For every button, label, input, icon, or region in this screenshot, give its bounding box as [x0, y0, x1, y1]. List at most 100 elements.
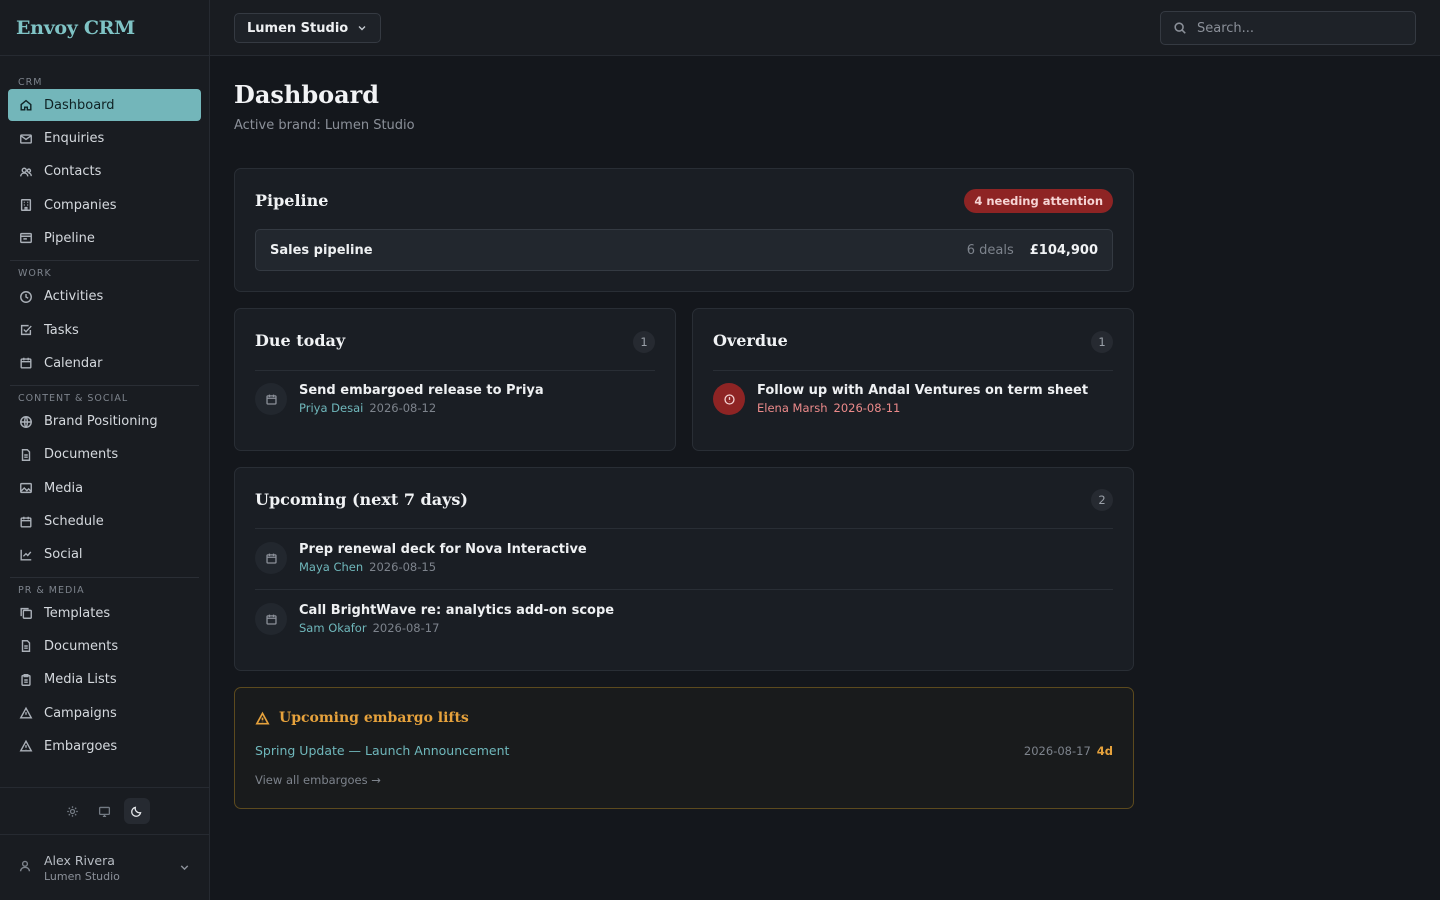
sidebar-item-campaigns[interactable]: Campaigns [8, 697, 201, 729]
sidebar-item-companies[interactable]: Companies [8, 189, 201, 221]
sidebar-item-brand-positioning[interactable]: Brand Positioning [8, 406, 201, 438]
clock-icon [18, 289, 34, 305]
sidebar-item-label: Companies [44, 197, 117, 213]
sidebar-item-pipeline[interactable]: Pipeline [8, 222, 201, 254]
user-icon [18, 859, 32, 877]
sidebar-item-label: Calendar [44, 355, 103, 371]
building-icon [18, 197, 34, 213]
pipeline-deal-count: 6 deals [966, 242, 1014, 258]
sidebar-item-label: Documents [44, 638, 119, 654]
search-input[interactable] [1197, 20, 1397, 36]
sidebar-item-media-lists[interactable]: Media Lists [8, 664, 201, 696]
pipeline-name: Sales pipeline [270, 242, 373, 258]
warning-icon [18, 738, 34, 754]
sidebar-item-media[interactable]: Media [8, 472, 201, 504]
globe-icon [18, 414, 34, 430]
sidebar-item-label: Social [44, 547, 83, 563]
overdue-card: Overdue 1 Follow up with Andal Ventures … [692, 308, 1134, 451]
task-owner[interactable]: Elena Marsh [757, 401, 828, 415]
search-box[interactable] [1160, 11, 1416, 45]
task-owner[interactable]: Sam Okafor [299, 621, 367, 635]
list-item[interactable]: Follow up with Andal Ventures on term sh… [713, 375, 1113, 423]
section-label-content: CONTENT & SOCIAL [18, 393, 129, 405]
task-text: Send embargoed release to Priya Priya De… [299, 383, 544, 415]
sidebar-item-label: Media Lists [44, 672, 117, 688]
task-owner[interactable]: Maya Chen [299, 560, 363, 574]
user-info: Alex Rivera Lumen Studio [44, 853, 120, 883]
upcoming-count: 2 [1091, 489, 1113, 511]
list-item[interactable]: Send embargoed release to Priya Priya De… [255, 375, 655, 423]
clipboard-icon [18, 672, 34, 688]
sidebar-item-label: Media [44, 480, 84, 496]
task-text: Follow up with Andal Ventures on term sh… [757, 383, 1088, 415]
task-meta: Sam Okafor 2026-08-17 [299, 621, 614, 635]
sidebar-item-dashboard[interactable]: Dashboard [8, 89, 201, 122]
sidebar-item-schedule[interactable]: Schedule [8, 506, 201, 538]
sun-icon [67, 805, 78, 817]
page-title: Dashboard [234, 80, 380, 109]
task-date: 2026-08-15 [369, 560, 437, 574]
sidebar-item-activities[interactable]: Activities [8, 281, 201, 313]
copy-icon [18, 605, 34, 621]
checkbox-icon [18, 322, 34, 338]
kanban-icon [18, 230, 34, 246]
image-icon [18, 480, 34, 496]
sidebar-item-label: Dashboard [44, 97, 115, 113]
divider [713, 370, 1113, 371]
theme-switcher [0, 787, 209, 835]
sidebar-item-label: Templates [44, 605, 111, 621]
sidebar-item-calendar[interactable]: Calendar [8, 347, 201, 379]
calendar-icon [18, 355, 34, 371]
embargo-item-meta: 2026-08-17 4d [1024, 744, 1113, 758]
overdue-count: 1 [1091, 331, 1113, 353]
task-owner[interactable]: Priya Desai [299, 401, 363, 415]
page-subtitle: Active brand: Lumen Studio [234, 118, 415, 133]
warning-icon [255, 711, 270, 724]
sidebar-item-enquiries[interactable]: Enquiries [8, 123, 201, 155]
chevron-down-icon [178, 861, 191, 878]
user-name: Alex Rivera [44, 853, 115, 868]
task-title: Prep renewal deck for Nova Interactive [299, 542, 587, 557]
task-date: 2026-08-17 [372, 621, 440, 635]
due-today-card: Due today 1 Send embargoed release to Pr… [234, 308, 676, 451]
sidebar-item-contacts[interactable]: Contacts [8, 156, 201, 188]
monitor-icon [98, 806, 111, 817]
theme-light-button[interactable] [60, 798, 86, 824]
theme-dark-button[interactable] [123, 798, 150, 824]
theme-system-button[interactable] [92, 798, 118, 824]
task-date: 2026-08-11 [833, 401, 901, 415]
brand-switcher[interactable]: Lumen Studio [234, 13, 382, 43]
user-menu[interactable]: Alex Rivera Lumen Studio [0, 836, 209, 900]
view-all-embargoes-link[interactable]: View all embargoes → [255, 773, 381, 787]
sidebar-item-social[interactable]: Social [8, 539, 201, 571]
sidebar-item-label: Tasks [44, 322, 79, 338]
sidebar-item-label: Embargoes [44, 738, 118, 754]
calendar-icon [255, 383, 287, 415]
sidebar-item-embargoes[interactable]: Embargoes [8, 730, 201, 762]
brand-switcher-label: Lumen Studio [247, 20, 349, 36]
task-title: Follow up with Andal Ventures on term sh… [757, 383, 1089, 398]
attention-badge[interactable]: 4 needing attention [964, 189, 1113, 213]
sidebar-item-templates[interactable]: Templates [8, 597, 201, 629]
sidebar-item-documents-pr[interactable]: Documents [8, 630, 201, 662]
embargo-date: 2026-08-17 [1023, 744, 1091, 758]
embargo-item-link[interactable]: Spring Update — Launch Announcement [255, 743, 509, 758]
sidebar-item-documents-content[interactable]: Documents [8, 439, 201, 471]
divider [255, 589, 1113, 590]
sidebar-item-tasks[interactable]: Tasks [8, 314, 201, 346]
pipeline-card: Pipeline 4 needing attention Sales pipel… [234, 168, 1134, 292]
triangle-icon [18, 705, 34, 721]
divider [255, 528, 1113, 529]
chevron-down-icon [358, 26, 366, 31]
pipeline-value: £104,900 [1029, 242, 1098, 258]
embargo-remaining: 4d [1096, 744, 1113, 758]
task-meta: Maya Chen 2026-08-15 [299, 560, 587, 574]
upcoming-title: Upcoming (next 7 days) [255, 490, 468, 509]
user-org: Lumen Studio [44, 870, 120, 883]
app-logo[interactable]: Envoy CRM [0, 0, 209, 56]
list-item[interactable]: Prep renewal deck for Nova Interactive M… [255, 534, 1113, 582]
list-item[interactable]: Call BrightWave re: analytics add-on sco… [255, 595, 1113, 643]
pipeline-row[interactable]: Sales pipeline 6 deals £104,900 [255, 229, 1113, 271]
home-icon [18, 97, 34, 113]
task-text: Call BrightWave re: analytics add-on sco… [299, 603, 614, 635]
